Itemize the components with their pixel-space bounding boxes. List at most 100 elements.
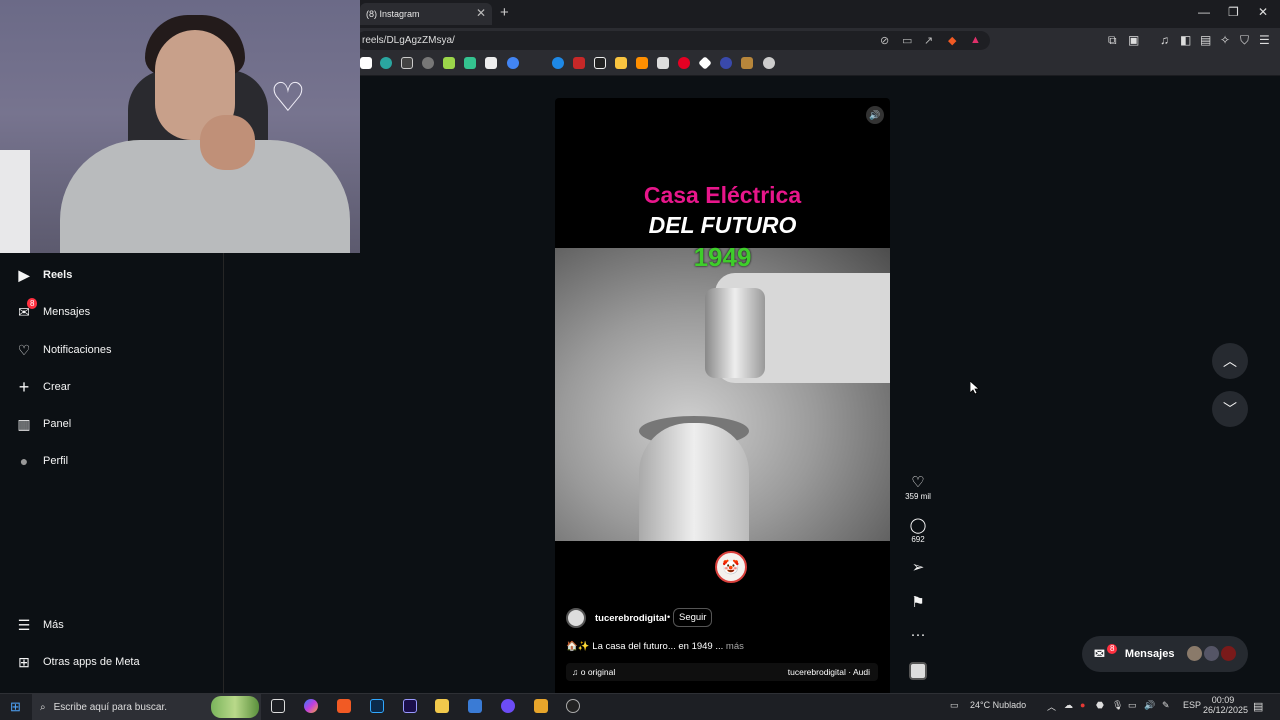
bookmark-icon[interactable] — [678, 57, 690, 69]
more-options-button[interactable]: ··· — [902, 626, 934, 643]
microphone-icon[interactable]: 🎙 — [1112, 700, 1123, 711]
new-tab-button[interactable]: + — [500, 4, 509, 21]
bookmark-icon[interactable] — [594, 57, 606, 69]
bookmark-icon[interactable] — [507, 57, 519, 69]
reel-caption: 🏠✨ La casa del futuro... en 1949 ... más — [566, 641, 744, 652]
bookmark-icon[interactable] — [573, 57, 585, 69]
brave-browser-icon[interactable] — [337, 699, 351, 713]
bookmark-icon[interactable] — [763, 57, 775, 69]
bookmark-icon[interactable] — [741, 57, 753, 69]
premiere-icon[interactable] — [403, 699, 417, 713]
audio-source-label: tucerebrodigital · Audi — [787, 667, 870, 677]
language-indicator[interactable]: ESP — [1183, 700, 1201, 710]
browser-menu-icon[interactable]: ☰ — [1259, 33, 1270, 47]
bookmark-icon[interactable] — [464, 57, 476, 69]
sidebar-item-more[interactable]: ☰ Más — [16, 617, 64, 633]
brave-rewards-icon[interactable]: ▲ — [970, 34, 981, 46]
photoshop-icon[interactable] — [370, 699, 384, 713]
volume-icon[interactable]: 🔊 — [1144, 700, 1155, 711]
audio-bar[interactable]: ♫ o original tucerebrodigital · Audi — [566, 663, 878, 681]
sidebar-item-notifications[interactable]: ♡ Notificaciones — [16, 341, 112, 358]
sidebar-toggle-icon[interactable]: ◧ — [1180, 33, 1191, 47]
network-icon[interactable]: ▭ — [1128, 700, 1137, 711]
reel-video-player[interactable]: 🔊 Casa Eléctrica DEL FUTURO 1949 🤡 tucer… — [555, 98, 890, 693]
cast-icon[interactable]: ▭ — [902, 34, 912, 47]
bookmark-icon[interactable] — [422, 57, 434, 69]
messages-pill[interactable]: ✉ 8 Mensajes — [1082, 636, 1248, 672]
sidebar-item-messages[interactable]: ✉ 8 Mensajes — [16, 298, 90, 320]
follow-button[interactable]: Seguir — [673, 608, 713, 627]
tray-chevron-icon[interactable]: ︿ — [1047, 700, 1056, 713]
search-highlight-illustration — [211, 696, 259, 718]
bookmark-icon[interactable] — [360, 57, 372, 69]
obs-icon[interactable] — [566, 699, 580, 713]
save-button[interactable]: ⚑ — [902, 593, 934, 611]
bookmark-icon[interactable] — [380, 57, 392, 69]
comment-icon: ◯ — [909, 517, 927, 534]
bookmark-icon[interactable] — [443, 57, 455, 69]
heart-icon: ♡ — [911, 474, 925, 491]
app-icon[interactable] — [501, 699, 515, 713]
bookmark-icon[interactable] — [657, 57, 669, 69]
restore-button[interactable]: ❐ — [1228, 5, 1239, 19]
address-bar[interactable]: reels/DLgAgzZMsya/ — [356, 31, 990, 50]
store-icon[interactable] — [468, 699, 482, 713]
windows-start-icon[interactable]: ⊞ — [10, 699, 21, 715]
minimize-button[interactable]: — — [1198, 5, 1210, 19]
heart-icon: ♡ — [17, 341, 31, 358]
chevron-up-icon: ︿ — [1223, 353, 1237, 369]
sidebar-item-create[interactable]: + Crear — [16, 376, 71, 397]
share-icon[interactable]: ↗ — [924, 34, 933, 47]
comment-button[interactable]: ◯ 692 — [902, 516, 934, 544]
vpn-icon[interactable]: ⛉ — [1240, 33, 1249, 48]
tray-app-icon[interactable]: ☁ — [1064, 700, 1073, 711]
creator-username[interactable]: tucerebrodigital — [595, 613, 667, 624]
tab-close-icon[interactable]: ✕ — [476, 6, 486, 20]
bookmark-icon[interactable] — [401, 57, 413, 69]
task-view-icon[interactable] — [271, 699, 285, 713]
screenshot-icon[interactable]: ▣ — [1128, 33, 1139, 47]
leo-ai-icon[interactable]: ✧ — [1220, 33, 1230, 47]
tray-app-icon[interactable]: ● — [1080, 700, 1085, 710]
share-button[interactable]: ➢ — [902, 558, 934, 576]
brave-shield-icon[interactable]: ◆ — [948, 34, 956, 47]
reel-year: 1949 — [693, 242, 752, 272]
file-explorer-icon[interactable] — [435, 699, 449, 713]
bookmark-icon[interactable] — [615, 57, 627, 69]
sidebar-item-panel[interactable]: ▥ Panel — [16, 416, 71, 432]
reel-title-line2: DEL FUTURO — [648, 212, 797, 238]
wallet-icon[interactable]: ▤ — [1200, 33, 1211, 47]
clock[interactable]: 00:09 26/12/2025 — [1203, 695, 1248, 715]
weather-text[interactable]: 24°C Nublado — [970, 700, 1026, 710]
next-reel-button[interactable]: ﹀ — [1212, 391, 1248, 427]
sidebar-item-meta-apps[interactable]: ⊞ Otras apps de Meta — [16, 654, 139, 670]
weather-icon[interactable]: ▭ — [950, 700, 959, 711]
creator-avatar[interactable] — [566, 608, 586, 628]
taskbar-search[interactable]: ⌕ Escribe aquí para buscar. — [32, 694, 261, 720]
caption-more-link[interactable]: más — [726, 641, 744, 652]
sound-icon[interactable]: 🔊 — [866, 106, 884, 124]
browser-tab[interactable]: (8) Instagram ✕ — [360, 3, 492, 25]
sidebar-item-profile[interactable]: ● Perfil — [16, 453, 68, 469]
mouse-cursor-icon — [970, 381, 980, 395]
app-icon[interactable] — [534, 699, 548, 713]
previous-reel-button[interactable]: ︿ — [1212, 343, 1248, 379]
bookmark-icon[interactable] — [552, 57, 564, 69]
like-button[interactable]: ♡ 359 mil — [902, 473, 934, 501]
bookmark-icon[interactable] — [636, 57, 648, 69]
audio-thumbnail[interactable] — [902, 662, 934, 685]
mute-tab-icon[interactable]: ⊘ — [880, 34, 889, 47]
separator-dot: • — [667, 612, 671, 622]
media-icon[interactable]: ♫ — [1160, 33, 1169, 47]
sidebar-item-reels[interactable]: ▶ Reels — [16, 267, 73, 283]
tray-app-icon[interactable]: ⬣ — [1096, 700, 1104, 711]
bookmark-icon[interactable] — [720, 57, 732, 69]
sidebar-item-label: Más — [43, 619, 64, 631]
window-close-button[interactable]: ✕ — [1258, 5, 1268, 19]
notification-center-icon[interactable]: ▤ — [1253, 700, 1263, 713]
plus-icon: + — [18, 376, 30, 397]
bookmark-icon[interactable] — [485, 57, 497, 69]
extensions-icon[interactable]: ⧉ — [1108, 33, 1117, 48]
copilot-icon[interactable] — [304, 699, 318, 713]
pen-icon[interactable]: ✎ — [1162, 700, 1170, 711]
